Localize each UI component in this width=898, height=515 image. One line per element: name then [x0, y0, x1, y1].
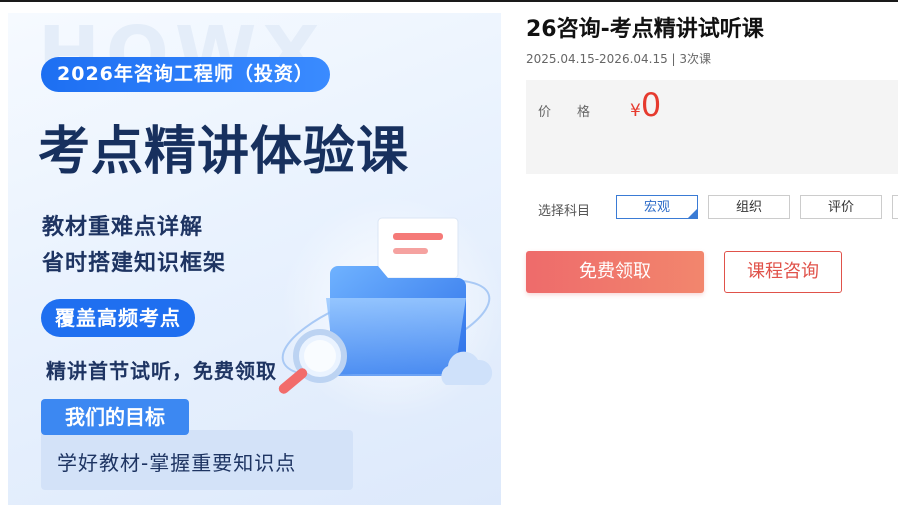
price-box: 价格 ¥0 [526, 80, 898, 174]
banner-goal-tag: 我们的目标 [41, 399, 189, 435]
price-amount: 0 [640, 86, 662, 124]
subject-option-evaluation[interactable]: 评价 [800, 195, 882, 219]
price-value: ¥0 [630, 86, 661, 124]
subject-option-macro[interactable]: 宏观 [616, 195, 698, 219]
course-meta: 2025.04.15-2026.04.15 | 3次课 [526, 52, 712, 66]
free-enroll-button[interactable]: 免费领取 [526, 251, 704, 293]
banner-feature-1: 教材重难点详解 [42, 215, 204, 240]
course-consult-button[interactable]: 课程咨询 [724, 251, 842, 293]
banner-free-line: 精讲首节试听，免费领取 [46, 359, 277, 383]
course-banner: HOWX 2026年咨询工程师（投资） 考点精讲体验课 教材重难点详解 省时搭建… [8, 13, 501, 505]
banner-goal-box: 学好教材-掌握重要知识点 [41, 430, 353, 490]
subject-label: 选择科目 [538, 204, 591, 219]
folder-illustration [278, 196, 501, 420]
banner-headline: 考点精讲体验课 [38, 122, 410, 182]
banner-feature-2: 省时搭建知识框架 [42, 251, 227, 276]
subject-option-more[interactable] [892, 195, 898, 219]
banner-goal-text: 学好教材-掌握重要知识点 [57, 451, 297, 475]
currency-symbol: ¥ [630, 101, 641, 121]
banner-exam-pill: 2026年咨询工程师（投资） [41, 57, 330, 92]
price-label: 价格 [538, 105, 617, 120]
banner-cover-pill: 覆盖高频考点 [41, 299, 195, 337]
subject-option-organization[interactable]: 组织 [708, 195, 790, 219]
course-title: 26咨询-考点精讲试听课 [526, 17, 764, 42]
top-border [0, 0, 898, 2]
